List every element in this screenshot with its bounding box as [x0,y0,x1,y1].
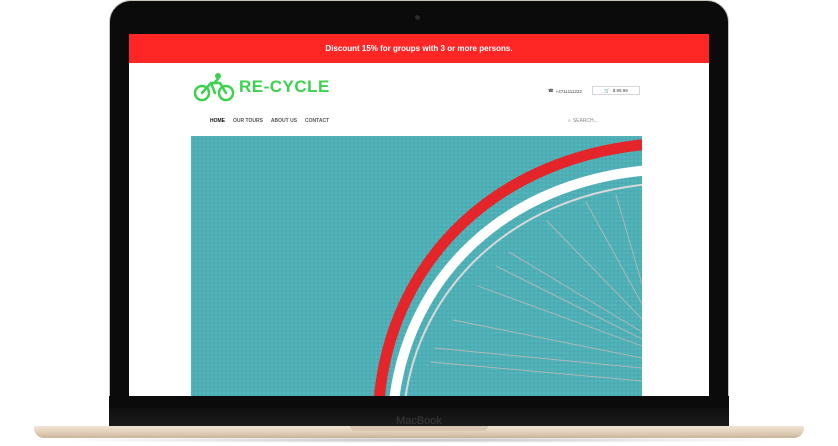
cart-icon: 🛒 [604,87,610,93]
cart-total: $ 99.99 [612,88,628,93]
hero-image [191,136,642,396]
bicycle-wheel-image [191,136,642,396]
brand-name: RE-CYCLE [239,77,330,96]
device-label: MacBook [396,415,442,427]
phone-number: +4711111222 [555,88,582,94]
search-box[interactable]: ⌕ SEARCH... [568,118,598,124]
nav-our-tours[interactable]: OUR TOURS [233,118,263,124]
logo[interactable]: RE-CYCLE [193,70,330,104]
browser-screen: Discount 15% for groups with 3 or more p… [129,34,709,396]
phone-contact[interactable]: ☎ +4711111222 [548,88,582,94]
search-placeholder: SEARCH... [572,118,598,124]
bicycle-icon [193,73,235,102]
camera [415,15,420,20]
main-nav: HOME OUR TOURS ABOUT US CONTACT [210,118,329,124]
nav-home[interactable]: HOME [210,118,225,124]
nav-contact[interactable]: CONTACT [305,118,329,124]
phone-icon: ☎ [548,88,554,93]
laptop-shadow [50,437,788,443]
nav-about-us[interactable]: ABOUT US [271,118,297,124]
promo-banner: Discount 15% for groups with 3 or more p… [129,34,709,63]
search-icon: ⌕ [568,118,571,124]
cart-button[interactable]: 🛒 $ 99.99 [592,86,640,95]
